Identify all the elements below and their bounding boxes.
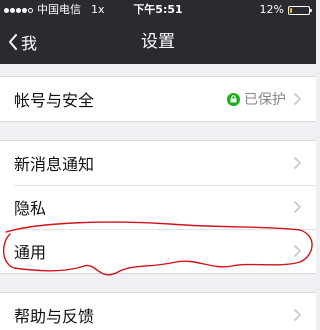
- protection-status-text: 已保护: [244, 92, 286, 108]
- battery-icon: [288, 5, 312, 15]
- settings-item-help-feedback[interactable]: 帮助与反馈: [0, 293, 316, 330]
- settings-item-account-security[interactable]: 帐号与安全 已保护: [0, 77, 316, 121]
- settings-group-account: 帐号与安全 已保护: [0, 76, 316, 122]
- chevron-right-icon: [294, 201, 301, 213]
- settings-item-privacy[interactable]: 隐私: [0, 185, 316, 229]
- status-bar: 中国电信 1x 下午5:51 12%: [0, 0, 316, 20]
- settings-screen: 中国电信 1x 下午5:51 12% 我 设置 帐号与安全 已保护 新消息通知 …: [0, 0, 316, 330]
- settings-item-label: 通用: [14, 243, 47, 262]
- protection-status: 已保护: [227, 89, 286, 109]
- chevron-right-icon: [294, 245, 301, 257]
- page-title: 设置: [141, 32, 175, 52]
- status-right: 12%: [259, 0, 312, 20]
- settings-item-general[interactable]: 通用: [0, 229, 316, 273]
- battery-percentage: 12%: [259, 3, 284, 16]
- settings-group-general: 新消息通知 隐私 通用: [0, 140, 316, 274]
- chevron-right-icon: [294, 157, 301, 169]
- settings-item-label: 隐私: [14, 199, 47, 218]
- chevron-right-icon: [294, 93, 301, 105]
- settings-item-label: 新消息通知: [14, 155, 95, 174]
- settings-item-label: 帮助与反馈: [14, 307, 95, 326]
- settings-item-label: 帐号与安全: [14, 91, 95, 110]
- settings-group-help: 帮助与反馈: [0, 292, 316, 330]
- top-bar: 中国电信 1x 下午5:51 12% 我 设置: [0, 0, 316, 64]
- chevron-right-icon: [294, 309, 301, 321]
- lock-icon: [227, 92, 240, 106]
- navigation-bar: 我 设置: [0, 20, 316, 64]
- settings-item-notifications[interactable]: 新消息通知: [0, 141, 316, 185]
